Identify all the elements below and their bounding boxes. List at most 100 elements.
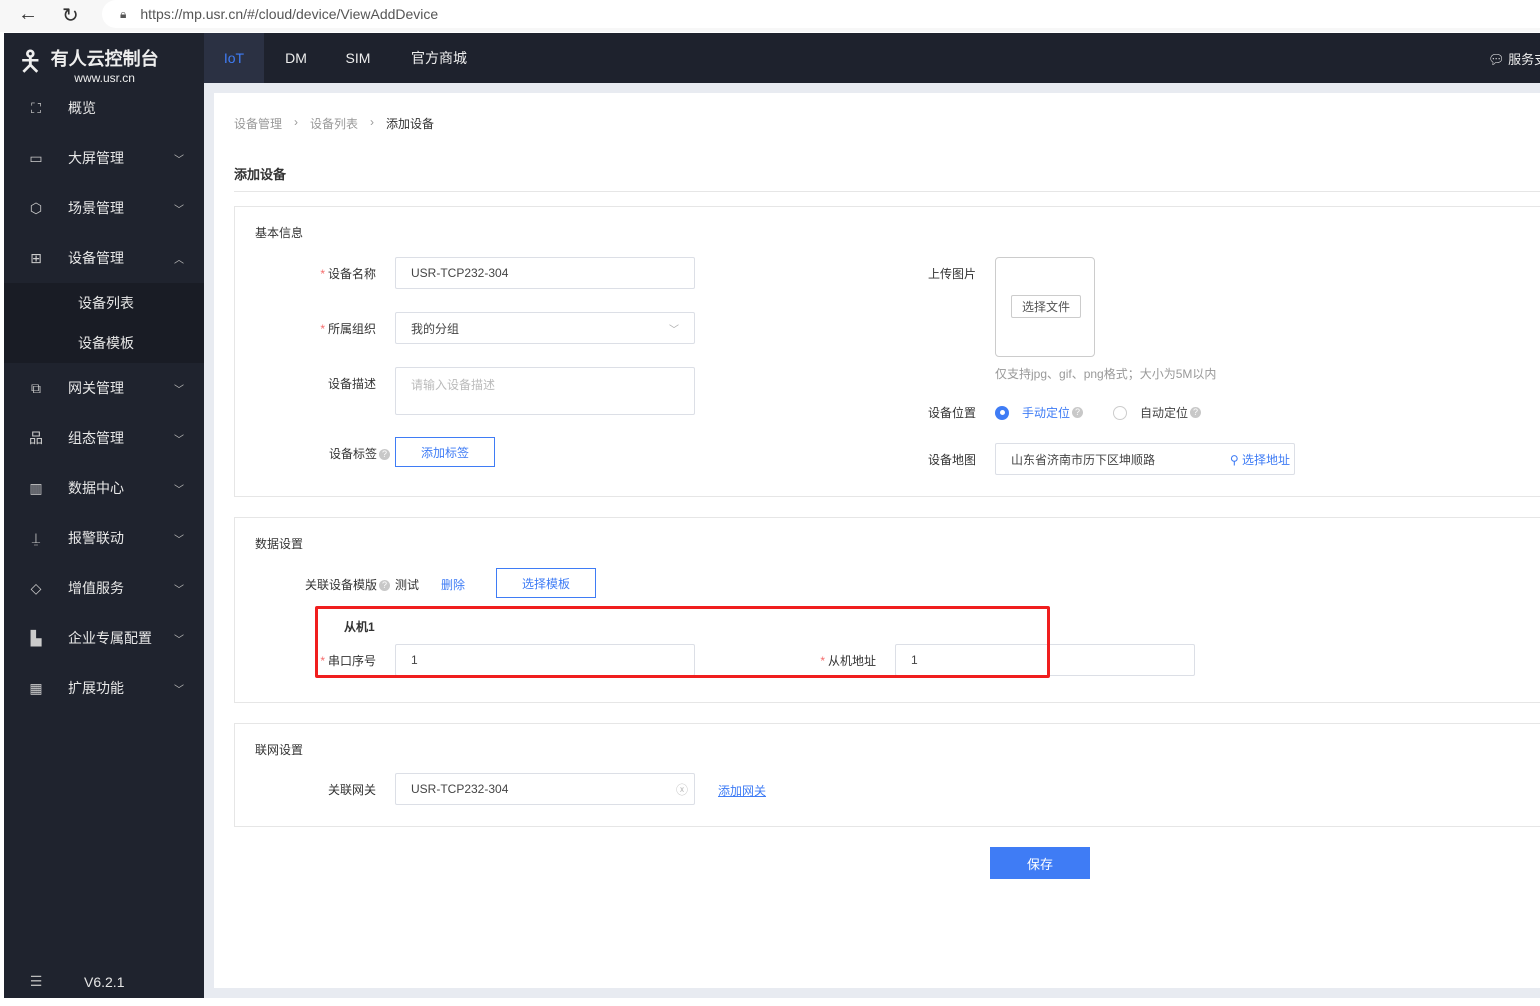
sidebar-subitem-device-list[interactable]: 设备列表 [4, 283, 204, 323]
sidebar-item-extensions[interactable]: ▦ 扩展功能 ﹀ [4, 663, 204, 713]
radio-manual-label[interactable]: 手动定位 [1022, 404, 1070, 421]
logo-person-icon: 🯅 [18, 46, 43, 77]
sidebar-footer: ☰ V6.2.1 [4, 973, 204, 990]
scan-icon: ⛶ [31, 99, 41, 116]
sidebar-item-device[interactable]: ⊞ 设备管理 ︿ [4, 233, 204, 283]
map-input[interactable]: 山东省济南市历下区坤顺路 ⚲ 选择地址 [995, 443, 1295, 475]
sidebar-item-alarm[interactable]: ⍊ 报警联动 ﹀ [4, 513, 204, 563]
help-icon: ? [1190, 407, 1202, 418]
collapse-menu-icon[interactable]: ☰ [4, 973, 68, 990]
chat-icon: 💬︎ [1488, 52, 1505, 67]
diamond-icon: ◇ [30, 579, 42, 596]
chevron-down-icon: ﹀ [174, 684, 184, 696]
choose-file-button[interactable]: 选择文件 [1011, 295, 1081, 318]
alarm-icon: ⍊ [31, 529, 41, 546]
tab-dm[interactable]: DM [266, 33, 326, 83]
building-icon: ▙ [30, 629, 42, 646]
map-label: 设备地图 [927, 453, 976, 467]
template-value: 测试 [395, 578, 420, 592]
sidebar-item-data[interactable]: ▥ 数据中心 ﹀ [4, 463, 204, 513]
sidebar-item-value-added[interactable]: ◇ 增值服务 ﹀ [4, 563, 204, 613]
upload-hint: 仅支持jpg、gif、png格式；大小为5M以内 [995, 367, 1217, 381]
chevron-down-icon: ﹀ [174, 584, 184, 596]
device-name-input[interactable]: USR-TCP232-304 [395, 257, 695, 289]
address-bar[interactable]: 🔒︎ https://mp.usr.cn/#/cloud/device/ViewA… [102, 0, 1540, 28]
device-name-label: * 设备名称 [320, 267, 376, 281]
logo[interactable]: 🯅 有人云控制台 www.usr.cn [18, 41, 159, 89]
brand-name: 有人云控制台 [50, 49, 159, 69]
menu-label: 企业专属配置 [68, 630, 152, 646]
sidebar-item-topology[interactable]: 品 组态管理 ﹀ [4, 413, 204, 463]
add-gateway-link[interactable]: 添加网关 [718, 782, 766, 799]
map-pin-icon: ⚲ [1229, 452, 1239, 467]
location-label: 设备位置 [927, 406, 976, 420]
choose-template-button[interactable]: 选择模板 [496, 568, 596, 598]
clear-icon[interactable]: ⓧ [676, 781, 688, 798]
sidebar-item-overview[interactable]: ⛶ 概览 [4, 83, 204, 133]
chevron-down-icon: ﹀ [174, 204, 184, 216]
menu-label: 数据中心 [68, 480, 124, 496]
chevron-up-icon: ︿ [174, 254, 184, 266]
menu-label: 增值服务 [68, 580, 124, 596]
version-label: V6.2.1 [84, 973, 125, 990]
reload-icon[interactable]: ↻ [62, 3, 79, 28]
menu-label: 概览 [68, 100, 96, 116]
add-tag-button[interactable]: 添加标签 [395, 437, 495, 467]
highlight-box [315, 606, 1050, 678]
choose-address-button[interactable]: ⚲ 选择地址 [1230, 451, 1290, 468]
breadcrumb-item[interactable]: 设备管理 [234, 115, 282, 132]
help-icon: ? [1072, 407, 1084, 418]
menu-label: 大屏管理 [68, 150, 124, 166]
help-icon: ? [379, 449, 390, 460]
chevron-down-icon: ﹀ [174, 484, 184, 496]
bar-chart-icon: ▥ [29, 479, 43, 496]
org-select[interactable]: 我的分组 ﹀ [395, 312, 695, 344]
lock-icon: 🔒︎ [120, 6, 127, 21]
sidebar-subitem-device-template[interactable]: 设备模板 [4, 323, 204, 363]
desc-textarea[interactable]: 请输入设备描述 [395, 367, 695, 415]
help-icon: ? [379, 580, 390, 591]
url-text: https://mp.usr.cn/#/cloud/device/ViewAdd… [140, 6, 439, 22]
gateway-select[interactable]: USR-TCP232-304 ⓧ [395, 773, 695, 805]
divider [234, 191, 1540, 192]
radio-auto-label[interactable]: 自动定位 [1140, 404, 1188, 421]
tab-store[interactable]: 官方商城 [400, 33, 478, 83]
sidebar-item-scene[interactable]: ⬡ 场景管理 ﹀ [4, 183, 204, 233]
upload-label: 上传图片 [927, 267, 976, 281]
back-icon[interactable]: ← [18, 3, 38, 26]
sidebar-item-gateway[interactable]: ⧉ 网关管理 ﹀ [4, 363, 204, 413]
template-label: 关联设备模版? [290, 576, 390, 593]
delete-template-link[interactable]: 删除 [441, 576, 465, 593]
chevron-down-icon: ﹀ [174, 634, 184, 646]
submenu-label: 设备模板 [78, 335, 134, 351]
service-support-link[interactable]: 💬︎ 服务支持 [1488, 49, 1540, 68]
tab-sim[interactable]: SIM [328, 33, 388, 83]
section-title: 数据设置 [255, 537, 304, 551]
menu-label: 扩展功能 [68, 680, 124, 696]
page-title: 添加设备 [234, 167, 287, 182]
breadcrumb: 设备管理 › 设备列表 › 添加设备 [234, 115, 435, 132]
sidebar: 🯅 有人云控制台 www.usr.cn ⛶ 概览 ▭ 大屏管理 ﹀ ⬡ 场景管理 ﹀ ⊞ 设备… [4, 33, 204, 998]
save-button[interactable]: 保存 [990, 847, 1090, 879]
gateway-icon: ⧉ [31, 379, 41, 396]
section-title: 基本信息 [255, 226, 304, 240]
service-label: 服务支持 [1508, 52, 1540, 67]
sidebar-item-enterprise[interactable]: ▙ 企业专属配置 ﹀ [4, 613, 204, 663]
radio-auto[interactable] [1113, 405, 1128, 420]
browser-toolbar: ← ↻ 🔒︎ https://mp.usr.cn/#/cloud/device/V… [0, 0, 1540, 32]
top-nav: IoT DM SIM 官方商城 💬︎ 服务支持 [204, 33, 1540, 83]
location-radio-group: 手动定位? 自动定位? [995, 404, 1202, 421]
org-label: * 所属组织 [320, 322, 376, 336]
tab-iot[interactable]: IoT [204, 33, 264, 83]
radio-manual[interactable] [995, 405, 1009, 420]
topology-icon: 品 [29, 430, 43, 446]
menu-label: 报警联动 [68, 530, 124, 546]
desc-label: 设备描述 [327, 377, 376, 391]
sidebar-item-screen[interactable]: ▭ 大屏管理 ﹀ [4, 133, 204, 183]
menu-label: 设备管理 [68, 250, 124, 266]
breadcrumb-item[interactable]: 设备列表 [310, 115, 358, 132]
upload-box[interactable]: 选择文件 [995, 257, 1095, 357]
tag-label: 设备标签? [300, 445, 390, 462]
apps-icon: ▦ [29, 679, 43, 696]
menu-label: 网关管理 [68, 380, 124, 396]
